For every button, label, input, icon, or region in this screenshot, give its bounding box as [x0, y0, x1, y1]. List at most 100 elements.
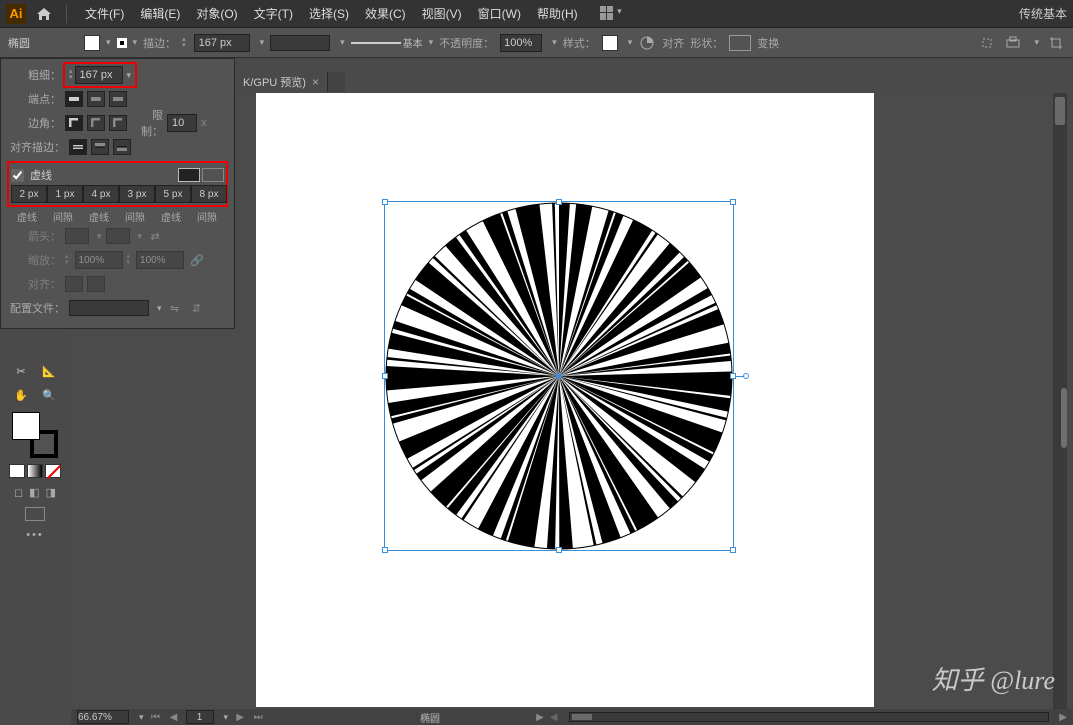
align-inside[interactable]	[91, 139, 109, 155]
dash-align-corners[interactable]	[202, 168, 224, 182]
dash-1[interactable]	[11, 185, 47, 203]
stroke-swatch[interactable]: ▾	[117, 37, 138, 48]
panel-rail[interactable]	[1061, 388, 1067, 448]
cap-label: 端点：	[9, 91, 61, 107]
weight-input[interactable]	[75, 66, 123, 84]
arrow-scale-start[interactable]	[75, 251, 123, 269]
stroke-width-stepper[interactable]: ▴▾	[182, 37, 186, 49]
link-scale-icon[interactable]: 🔗	[188, 251, 206, 269]
selection-shape: 椭圆	[8, 35, 78, 51]
dash-3[interactable]	[155, 185, 191, 203]
menu-view[interactable]: 视图(V)	[414, 1, 470, 26]
gap-3[interactable]	[191, 185, 227, 203]
shape-mode[interactable]	[729, 35, 751, 51]
close-tab-icon[interactable]: ×	[312, 75, 319, 89]
home-icon[interactable]	[34, 4, 54, 24]
cap-round[interactable]	[87, 91, 105, 107]
zoom-select[interactable]	[77, 710, 129, 724]
join-bevel[interactable]	[109, 115, 127, 131]
hand-tool[interactable]: ✋	[8, 384, 34, 406]
gap-2[interactable]	[119, 185, 155, 203]
width-profile[interactable]	[69, 300, 149, 316]
gradient-mode[interactable]	[27, 464, 43, 478]
opacity-label: 不透明度：	[439, 35, 494, 51]
workspace-label[interactable]: 传统基本	[1019, 5, 1067, 22]
dashlbl-1: 虚线	[9, 209, 45, 224]
swap-arrows-icon[interactable]: ⇄	[146, 227, 164, 245]
status-play-icon[interactable]: ▶	[536, 712, 544, 723]
arrow-start[interactable]	[65, 228, 89, 244]
arrange-docs-icon[interactable]: ▾	[600, 6, 622, 22]
cap-projecting[interactable]	[109, 91, 127, 107]
none-mode[interactable]	[45, 464, 61, 478]
graphic-style[interactable]	[602, 35, 618, 51]
align-center[interactable]	[69, 139, 87, 155]
edit-mode-icon[interactable]	[1004, 34, 1022, 52]
screen-mode[interactable]	[25, 507, 45, 521]
profile-label: 配置文件：	[9, 300, 65, 316]
dashed-label: 虚线	[30, 167, 52, 183]
menu-help[interactable]: 帮助(H)	[529, 1, 586, 26]
miter-limit-input[interactable]	[167, 114, 197, 132]
join-round[interactable]	[87, 115, 105, 131]
menu-type[interactable]: 文字(T)	[246, 1, 301, 26]
document-tab[interactable]: K/GPU 预览) ×	[235, 72, 328, 92]
recolor-icon[interactable]	[638, 34, 656, 52]
shapes-label: 形状：	[690, 35, 723, 51]
menu-select[interactable]: 选择(S)	[301, 1, 357, 26]
draw-normal-icon[interactable]: ◻	[14, 486, 23, 499]
edit-toolbar-icon[interactable]: •••	[26, 529, 44, 541]
arrow-tip[interactable]	[87, 276, 105, 292]
measure-tool[interactable]: 📐	[36, 360, 62, 382]
sunburst-artwork[interactable]	[384, 201, 734, 551]
scissors-tool[interactable]: ✂	[8, 360, 34, 382]
arrow-end[interactable]	[106, 228, 130, 244]
dashlbl-2: 虚线	[81, 209, 117, 224]
artboard-number[interactable]	[186, 710, 214, 724]
menu-window[interactable]: 窗口(W)	[470, 1, 529, 26]
dash-preserve-exact[interactable]	[178, 168, 200, 182]
first-artboard[interactable]: ⏮	[150, 711, 162, 723]
arrow-scale-end[interactable]	[136, 251, 184, 269]
flip-across-icon[interactable]: ⇵	[188, 299, 206, 317]
fill-stroke-proxy[interactable]	[12, 412, 58, 458]
menu-edit[interactable]: 编辑(E)	[132, 1, 188, 26]
menu-object[interactable]: 对象(O)	[188, 1, 245, 26]
align-outside[interactable]	[113, 139, 131, 155]
align-label[interactable]: 对齐	[662, 35, 684, 51]
menu-effect[interactable]: 效果(C)	[357, 1, 414, 26]
prev-artboard[interactable]: ◀	[168, 711, 180, 723]
tab-title: K/GPU 预览)	[243, 74, 306, 90]
tools-panel: ✂ 📐 ✋ 🔍 ◻ ◧ ◨ •••	[0, 360, 70, 541]
crop-icon[interactable]	[1047, 34, 1065, 52]
varwidth-profile[interactable]	[270, 35, 330, 51]
dashlbl-3: 虚线	[153, 209, 189, 224]
dashed-checkbox[interactable]	[11, 169, 24, 182]
color-mode[interactable]	[9, 464, 25, 478]
zoom-tool[interactable]: 🔍	[36, 384, 62, 406]
flip-along-icon[interactable]: ⇋	[166, 299, 184, 317]
horizontal-scrollbar[interactable]	[569, 712, 1049, 722]
draw-inside-icon[interactable]: ◨	[46, 486, 56, 499]
fill-swatch[interactable]: ▾	[84, 35, 111, 51]
app-logo: Ai	[6, 4, 26, 24]
weight-stepper[interactable]: ▴▾	[69, 69, 73, 81]
cap-butt[interactable]	[65, 91, 83, 107]
menu-file[interactable]: 文件(F)	[77, 1, 132, 26]
join-miter[interactable]	[65, 115, 83, 131]
draw-behind-icon[interactable]: ◧	[29, 486, 39, 499]
stroke-width-input[interactable]	[194, 34, 250, 52]
next-artboard[interactable]: ▶	[234, 711, 246, 723]
opacity-input[interactable]	[500, 34, 542, 52]
weight-dropdown[interactable]: ▾	[127, 70, 132, 81]
isolate-icon[interactable]	[978, 34, 996, 52]
gap-1[interactable]	[47, 185, 83, 203]
arrow-extend[interactable]	[65, 276, 83, 292]
dash-2[interactable]	[83, 185, 119, 203]
brush-definition[interactable]: 基本▾	[351, 35, 434, 50]
gaplbl-1: 间隙	[45, 209, 81, 224]
last-artboard[interactable]: ⏭	[252, 711, 264, 723]
limit-label: 限制：	[131, 107, 163, 139]
transform-label[interactable]: 变换	[757, 35, 779, 51]
limit-x: x	[201, 117, 207, 129]
